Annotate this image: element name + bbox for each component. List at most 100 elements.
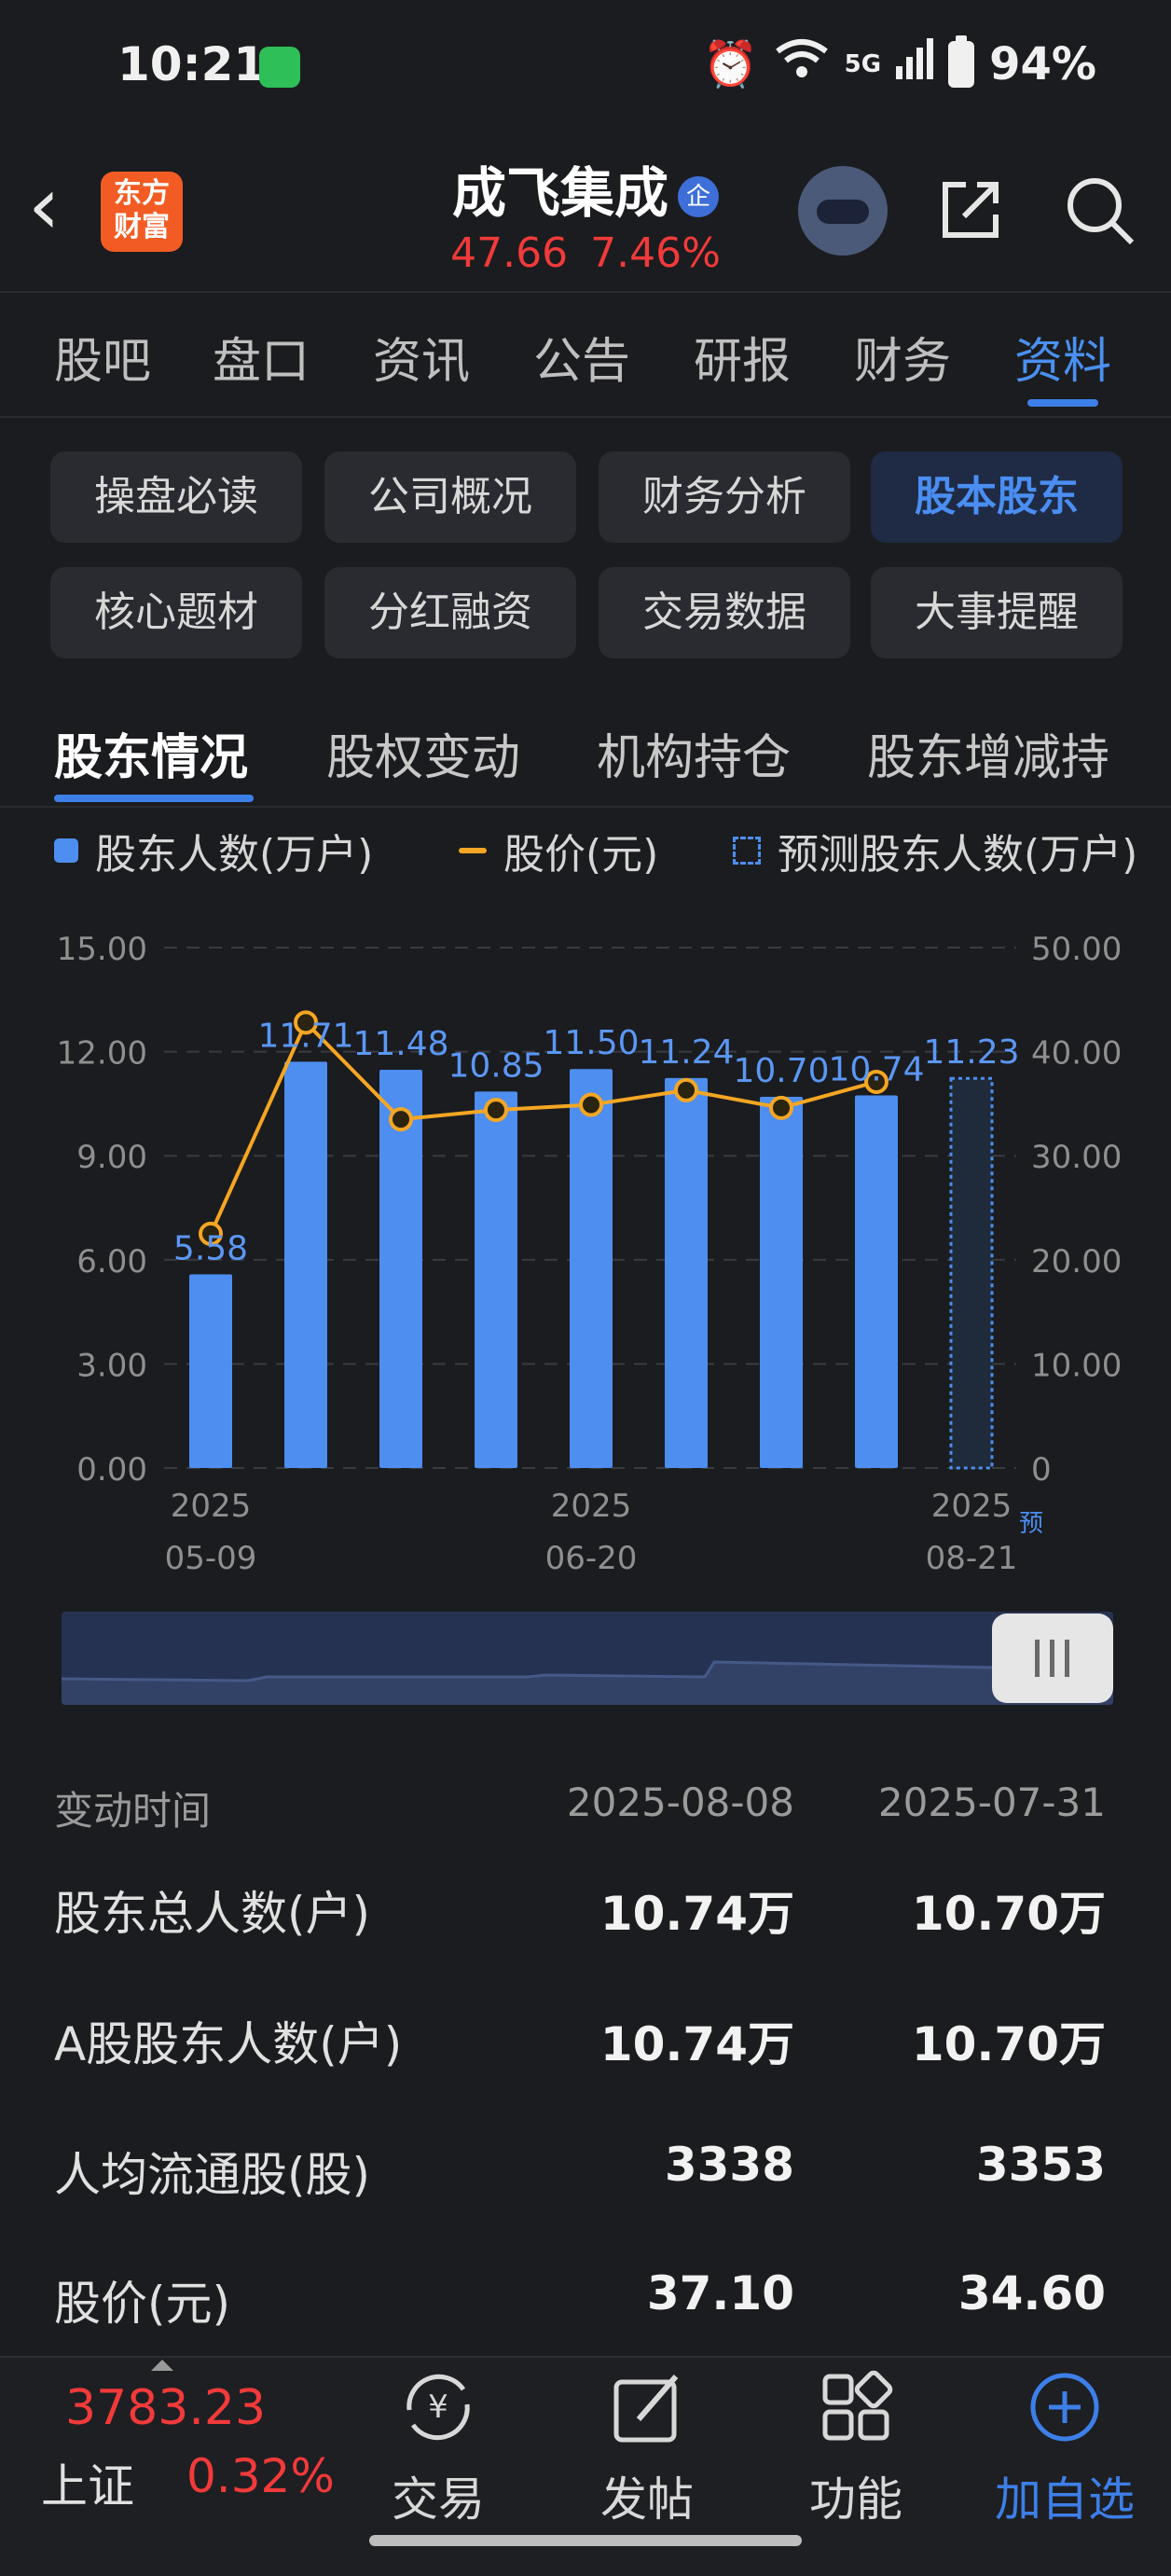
stock-name: 成飞集成: [451, 161, 668, 225]
bar-value-label: 11.24: [638, 1033, 734, 1072]
price-point: [484, 1098, 508, 1123]
trade-nav-label[interactable]: 交易: [364, 2462, 513, 2529]
holder-count-bar: [284, 1061, 327, 1468]
y-left-tick-label: 12.00: [57, 1035, 147, 1073]
edit-post-icon: [613, 2375, 679, 2443]
subtab-institution-holdings[interactable]: 机构持仓: [597, 718, 791, 788]
chip-dividends-financing[interactable]: 分红融资: [324, 567, 576, 658]
y-right-tick-label: 50.00: [1031, 931, 1122, 968]
search-icon[interactable]: [1063, 173, 1137, 248]
notification-app-icon: [259, 47, 300, 88]
scroller-drag-handle[interactable]: [992, 1613, 1113, 1703]
chip-trading-data[interactable]: 交易数据: [599, 567, 850, 658]
tab-research[interactable]: 研报: [694, 322, 791, 392]
subtab-divider: [0, 806, 1171, 808]
row-value: 3353: [975, 2138, 1106, 2192]
functions-nav-label[interactable]: 功能: [781, 2462, 930, 2529]
subtab-equity-change[interactable]: 股权变动: [326, 718, 520, 788]
stock-price: 47.66: [450, 229, 569, 277]
row-label-a-share-holders: A股股东人数(户): [54, 2017, 403, 2071]
chip-shares-holders[interactable]: 股本股东: [871, 451, 1123, 543]
row-value: 37.10: [646, 2266, 794, 2320]
share-icon[interactable]: [938, 175, 1005, 242]
wifi-icon: [774, 38, 830, 90]
chip-major-events[interactable]: 大事提醒: [871, 567, 1123, 658]
network-type: 5G: [844, 49, 882, 78]
subtab-holder-changes[interactable]: 股东增减持: [867, 718, 1109, 788]
add-watchlist-nav-button[interactable]: [990, 2365, 1139, 2453]
y-left-tick-label: 15.00: [57, 931, 147, 968]
predicted-holder-bar: [949, 1076, 994, 1470]
predict-mark: 预: [1019, 1510, 1043, 1538]
row-value: 10.70万: [911, 2017, 1106, 2071]
legend-price-label: 股价(元): [503, 831, 659, 879]
y-right-tick-label: 10.00: [1031, 1347, 1122, 1384]
post-nav-label[interactable]: 发帖: [572, 2462, 722, 2529]
tab-guba[interactable]: 股吧: [54, 322, 151, 392]
holder-count-bar: [760, 1096, 803, 1468]
y-left-tick-label: 6.00: [76, 1243, 147, 1281]
y-left-tick-label: 9.00: [76, 1139, 147, 1176]
tab-profile[interactable]: 资料: [1014, 322, 1111, 392]
shareholder-chart[interactable]: 0.00 3.00 6.00 9.00 12.00 15.00 0 10.00 20.00 30.…: [0, 895, 1171, 1586]
row-label-stock-price: 股价(元): [54, 2277, 231, 2331]
row-value: 10.70万: [911, 1887, 1106, 1941]
x-tick-label-date: 06-20: [545, 1540, 638, 1577]
row-label-per-capita-shares: 人均流通股(股): [54, 2148, 371, 2202]
chip-core-themes[interactable]: 核心题材: [50, 567, 302, 658]
y-right-tick-label: 20.00: [1031, 1243, 1122, 1281]
y-left-tick-label: 3.00: [76, 1347, 147, 1384]
legend-holders[interactable]: 股东人数(万户): [54, 821, 373, 880]
status-icons: ⏰ 5G 94%: [702, 35, 1096, 90]
chart-legend: 股东人数(万户) 股价(元) 预测股东人数(万户): [0, 821, 1171, 880]
bar-value-label: 11.48: [352, 1025, 448, 1063]
chart-range-scroller[interactable]: [62, 1612, 1113, 1705]
ai-assistant-robot-icon[interactable]: [798, 166, 888, 256]
alarm-icon: ⏰: [702, 38, 759, 90]
chip-financial-analysis[interactable]: 财务分析: [599, 451, 850, 543]
tab-news[interactable]: 资讯: [373, 322, 470, 392]
chip-trading-guide[interactable]: 操盘必读: [50, 451, 302, 543]
functions-nav-button[interactable]: [781, 2365, 930, 2453]
subtab-holder-status[interactable]: 股东情况: [54, 718, 248, 788]
header-divider: [0, 291, 1171, 293]
legend-line-swatch: [459, 848, 487, 853]
status-time: 10:21: [117, 37, 267, 91]
grip-line: [1065, 1640, 1069, 1677]
bar-value-label: 10.85: [448, 1046, 544, 1085]
add-circle-icon: [1030, 2373, 1099, 2442]
tab-pankou[interactable]: 盘口: [213, 322, 310, 392]
table-date-1: 2025-08-08: [566, 1780, 794, 1825]
grip-line: [1035, 1640, 1040, 1677]
tab-finance[interactable]: 财务: [854, 322, 951, 392]
row-value: 3338: [664, 2138, 794, 2192]
home-indicator: [369, 2535, 802, 2546]
x-tick-label-year: 2025: [551, 1488, 632, 1525]
predicted-value-label: 11.23: [923, 1033, 1019, 1072]
index-change-pct[interactable]: 0.32%: [186, 2449, 335, 2503]
legend-predicted[interactable]: 预测股东人数(万户): [733, 821, 1137, 880]
battery-percent: 94%: [989, 37, 1096, 90]
y-right-tick-label: 0: [1031, 1451, 1052, 1489]
y-right-tick-label: 30.00: [1031, 1139, 1122, 1176]
stock-change-pct: 7.46%: [590, 229, 721, 277]
price-point: [579, 1092, 603, 1117]
trade-nav-button[interactable]: ¥: [364, 2365, 513, 2453]
x-tick-label-year: 2025: [931, 1488, 1013, 1525]
holder-count-bar: [855, 1095, 898, 1468]
x-tick-label-date: 05-09: [165, 1540, 257, 1577]
holder-count-bar: [189, 1274, 232, 1468]
x-tick-label-year: 2025: [171, 1488, 252, 1525]
bar-value-label: 5.58: [173, 1229, 248, 1267]
active-subtab-indicator: [54, 795, 254, 802]
legend-holders-label: 股东人数(万户): [95, 831, 374, 879]
index-name[interactable]: 上证: [41, 2449, 134, 2516]
y-left-tick-label: 0.00: [76, 1451, 147, 1489]
legend-price[interactable]: 股价(元): [459, 821, 658, 880]
bar-value-label: 10.74: [828, 1050, 924, 1088]
add-watchlist-nav-label[interactable]: 加自选: [990, 2462, 1139, 2529]
chip-company-overview[interactable]: 公司概况: [324, 451, 576, 543]
post-nav-button[interactable]: [572, 2365, 722, 2453]
index-value[interactable]: 3783.23: [65, 2380, 266, 2436]
tab-announcements[interactable]: 公告: [533, 322, 630, 392]
